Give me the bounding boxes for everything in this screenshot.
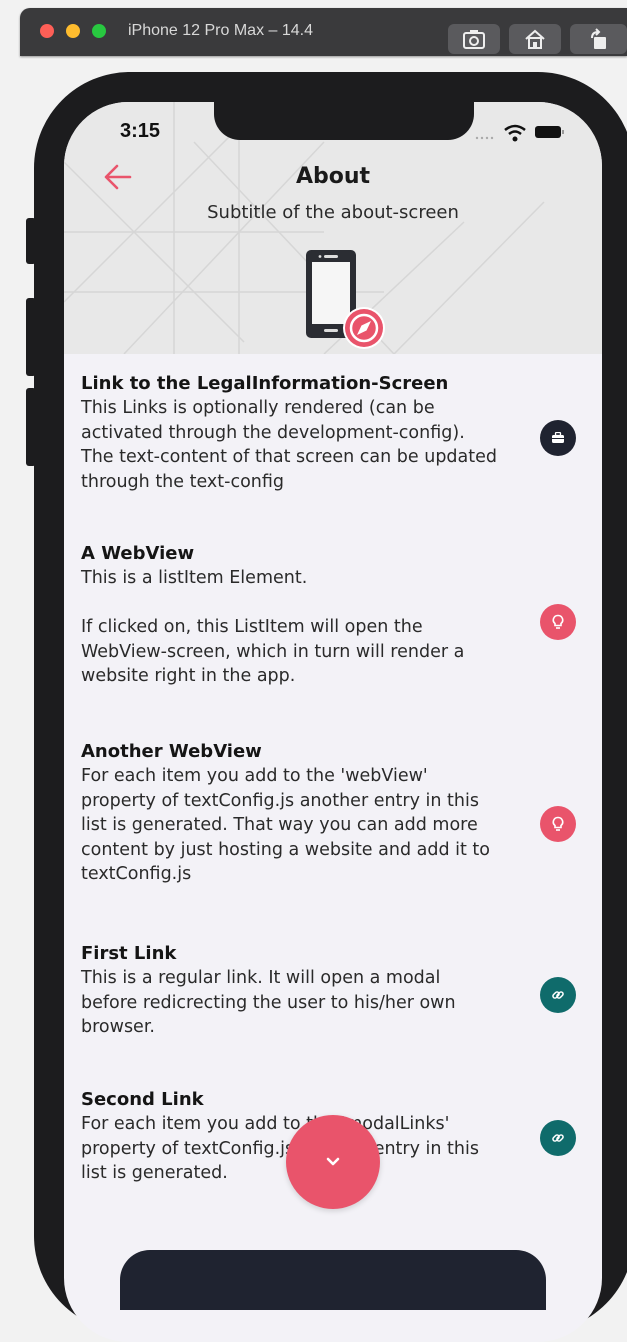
- first-link-button[interactable]: [540, 977, 576, 1013]
- item-description: This is a regular link. It will open a m…: [81, 968, 456, 1037]
- link-icon: [552, 1134, 564, 1142]
- close-window-button[interactable]: [40, 24, 54, 38]
- item-description: For each item you add to the 'webView' p…: [81, 766, 490, 884]
- screenshot-button[interactable]: [448, 24, 500, 54]
- legal-information-button[interactable]: [540, 420, 576, 456]
- scroll-down-button[interactable]: [286, 1115, 380, 1209]
- item-title: Link to the LegalInformation-Screen: [81, 373, 449, 394]
- second-link-button[interactable]: [540, 1120, 576, 1156]
- item-description: This is a listItem Element. If clicked o…: [81, 568, 465, 686]
- list-item-first-link[interactable]: First Link This is a regular link. It wi…: [81, 942, 541, 1040]
- list-item-webview[interactable]: A WebView This is a listItem Element. If…: [81, 542, 541, 689]
- lightbulb-icon: [552, 614, 564, 629]
- zoom-window-button[interactable]: [92, 24, 106, 38]
- item-title: Another WebView: [81, 741, 262, 762]
- list-item-another-webview[interactable]: Another WebView For each item you add to…: [81, 740, 541, 887]
- item-description: This Links is optionally rendered (can b…: [81, 398, 498, 492]
- signal-icon: [475, 136, 494, 140]
- app-screen: 3:15 About Subtitle of the about-screen: [64, 102, 602, 1342]
- page-title: About: [295, 164, 371, 189]
- home-button[interactable]: [509, 24, 561, 54]
- rotate-button[interactable]: [570, 24, 627, 54]
- list-item-legal-information[interactable]: Link to the LegalInformation-Screen This…: [81, 372, 541, 494]
- phone-compass-icon: [306, 250, 385, 349]
- item-title: Second Link: [81, 1089, 204, 1110]
- volume-up-button: [26, 298, 36, 376]
- hero-illustration: [300, 244, 390, 354]
- about-header: 3:15 About Subtitle of the about-screen: [64, 102, 602, 354]
- chevron-down-icon: [326, 1157, 340, 1166]
- lightbulb-icon: [552, 816, 564, 831]
- item-title: First Link: [81, 943, 177, 964]
- home-icon: [525, 29, 545, 49]
- status-time: 3:15: [120, 120, 161, 142]
- rotate-icon: [590, 28, 606, 49]
- item-title: A WebView: [81, 543, 195, 564]
- minimize-window-button[interactable]: [66, 24, 80, 38]
- bottom-bar: [120, 1250, 546, 1310]
- simulator-toolbar: iPhone 12 Pro Max – 14.4: [20, 8, 627, 56]
- notch: [214, 102, 474, 140]
- link-icon: [552, 991, 564, 999]
- camera-icon: [463, 30, 485, 49]
- wifi-icon: [504, 124, 526, 142]
- page-subtitle: Subtitle of the about-screen: [207, 202, 459, 223]
- webview-button[interactable]: [540, 604, 576, 640]
- briefcase-icon: [552, 432, 564, 443]
- volume-down-button: [26, 388, 36, 466]
- another-webview-button[interactable]: [540, 806, 576, 842]
- battery-icon: [535, 126, 564, 138]
- simulator-title: iPhone 12 Pro Max – 14.4: [128, 22, 314, 39]
- mute-switch: [26, 218, 36, 264]
